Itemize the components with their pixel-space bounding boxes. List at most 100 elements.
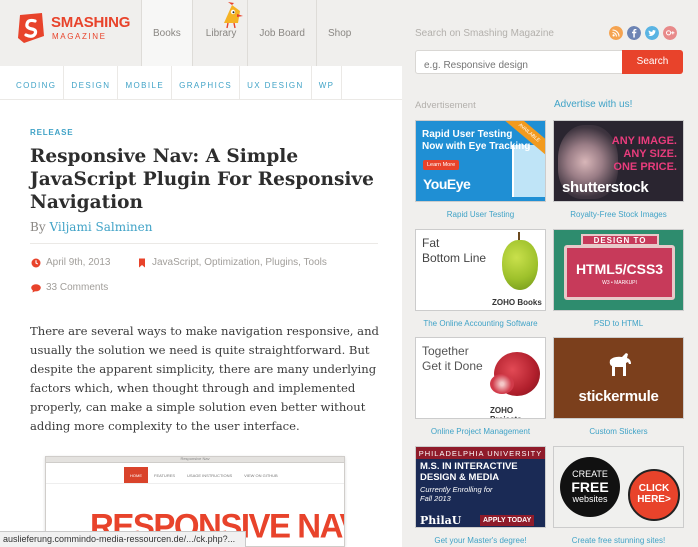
- byline-prefix: By: [30, 220, 46, 234]
- bookmark-icon: [139, 258, 145, 268]
- ad-headline: HTML5/CSS3: [575, 261, 664, 277]
- comment-icon: [31, 284, 41, 293]
- ad-line: CLICK: [638, 483, 670, 494]
- ad-click-here: CLICK HERE>: [628, 483, 680, 505]
- ad-youeye[interactable]: AVAILABLE Rapid User Testing Now with Ey…: [415, 120, 546, 202]
- ad-line: HERE>: [637, 494, 671, 505]
- pomegranate-seeds-icon: [490, 374, 514, 394]
- ad-line: ANY IMAGE.: [611, 135, 677, 147]
- search-input[interactable]: [415, 50, 623, 74]
- screenshot-window-bar: Responsive Nav: [46, 457, 344, 463]
- search-label: Search on Smashing Magazine: [415, 28, 554, 39]
- ad-line: FREE: [571, 479, 609, 495]
- category-nav: CODING DESIGN MOBILE GRAPHICS UX DESIGN …: [0, 66, 402, 100]
- author-link[interactable]: Viljami Salminen: [49, 220, 152, 234]
- ad-subline: W3 • MARKUPI: [602, 280, 637, 286]
- advertise-link[interactable]: Advertise with us!: [554, 99, 632, 110]
- category-wp[interactable]: WP: [312, 66, 343, 100]
- category-ux-design[interactable]: UX DESIGN: [240, 66, 312, 100]
- main-column: SMASHING MAGAZINE Books Library Job Boar…: [0, 0, 402, 547]
- mule-icon: [609, 353, 631, 376]
- ad-caption[interactable]: Rapid User Testing: [415, 210, 546, 219]
- ad-headline: Together Get it Done: [422, 344, 483, 374]
- logo-title: SMASHING: [51, 14, 131, 31]
- ad-shutterstock[interactable]: ANY IMAGE. ANY SIZE. ONE PRICE. shutters…: [553, 120, 684, 202]
- ad-apply-button: APPLY TODAY: [480, 515, 535, 526]
- ad-line: Get it Done: [422, 359, 483, 373]
- ad-learn-more-button: Learn More: [423, 160, 460, 170]
- ad-caption[interactable]: Create free stunning sites!: [553, 536, 684, 545]
- nav-books[interactable]: Books: [141, 0, 192, 66]
- article-title: Responsive Nav: A Simple JavaScript Plug…: [30, 146, 374, 213]
- ad-create-websites[interactable]: CREATE FREE websites CLICK HERE>: [553, 446, 684, 528]
- ad-line: ANY SIZE.: [623, 148, 677, 160]
- ad-caption[interactable]: Get your Master's degree!: [415, 536, 546, 545]
- main-nav: Books Library Job Board Shop: [141, 0, 362, 66]
- ad-brand: PhilaU: [420, 514, 462, 527]
- nav-shop[interactable]: Shop: [315, 0, 362, 66]
- article-category[interactable]: RELEASE: [30, 128, 73, 137]
- ad-brand: ZOHO Projects: [490, 406, 522, 418]
- ad-brand: ZOHO Books: [492, 298, 542, 307]
- google-plus-icon[interactable]: [663, 26, 677, 40]
- ad-line: Bottom Line: [422, 251, 487, 265]
- facebook-icon[interactable]: [627, 26, 641, 40]
- smashing-logo-icon: [18, 13, 44, 43]
- ad-line: Currently Enrolling for: [420, 485, 493, 494]
- twitter-icon[interactable]: [645, 26, 659, 40]
- mascot-bird-icon: [224, 2, 243, 29]
- category-design[interactable]: DESIGN: [64, 66, 119, 100]
- ad-line: DESIGN & MEDIA: [420, 472, 500, 483]
- ad-sign-frame: HTML5/CSS3 W3 • MARKUPI: [564, 245, 675, 300]
- ad-line: Fat: [422, 236, 440, 250]
- ad-caption[interactable]: The Online Accounting Software: [415, 319, 546, 328]
- screenshot-nav-item: VIEW ON GITHUB: [244, 473, 278, 478]
- ad-caption[interactable]: Online Project Management: [415, 427, 546, 436]
- ad-line: ONE PRICE.: [613, 161, 677, 173]
- ad-sign-top: DESIGN TO: [581, 234, 659, 246]
- ad-line: Fall 2013: [420, 494, 451, 503]
- pear-icon: [502, 240, 538, 290]
- screenshot-divider: [46, 483, 344, 484]
- ad-psd-to-html[interactable]: HTML5/CSS3 W3 • MARKUPI DESIGN TO: [553, 229, 684, 311]
- ad-caption[interactable]: Custom Stickers: [553, 427, 684, 436]
- comments-link[interactable]: 33 Comments: [46, 282, 108, 293]
- clock-icon: [31, 258, 41, 268]
- ad-headline: M.S. IN INTERACTIVE DESIGN & MEDIA: [420, 461, 518, 483]
- category-mobile[interactable]: MOBILE: [118, 66, 173, 100]
- screenshot-nav-item: HOME: [124, 467, 148, 483]
- ad-brand: shutterstock: [562, 179, 649, 196]
- screenshot-nav: HOME FEATURES USAGE INSTRUCTIONS VIEW ON…: [124, 467, 284, 483]
- article-byline: By Viljami Salminen: [30, 220, 152, 234]
- ad-headline: Fat Bottom Line: [422, 236, 486, 266]
- ad-headline: ANY IMAGE. ANY SIZE. ONE PRICE.: [612, 135, 677, 174]
- ad-brand: stickermule: [578, 388, 659, 405]
- ad-zoho-projects[interactable]: Together Get it Done ZOHO Projects: [415, 337, 546, 419]
- article-intro: There are several ways to make navigatio…: [30, 324, 379, 433]
- site-logo[interactable]: SMASHING MAGAZINE: [16, 12, 141, 46]
- rss-icon[interactable]: [609, 26, 623, 40]
- ad-caption[interactable]: Royalty-Free Stock Images: [553, 210, 684, 219]
- top-bar: SMASHING MAGAZINE Books Library Job Boar…: [0, 0, 402, 66]
- ad-university-bar: PHILADELPHIA UNIVERSITY: [416, 447, 545, 459]
- advertisement-label: Advertisement: [415, 100, 476, 111]
- ad-caption[interactable]: PSD to HTML: [553, 319, 684, 328]
- ad-headline: Rapid User Testing Now with Eye Tracking: [422, 129, 530, 153]
- ad-line: websites: [572, 494, 608, 504]
- ad-brand: YouEye: [423, 176, 471, 192]
- logo-subtitle: MAGAZINE: [52, 32, 107, 41]
- nav-job-board[interactable]: Job Board: [247, 0, 316, 66]
- ad-stickermule[interactable]: stickermule: [553, 337, 684, 419]
- category-coding[interactable]: CODING: [0, 66, 65, 100]
- screenshot-nav-item: USAGE INSTRUCTIONS: [187, 473, 233, 478]
- screenshot-nav-item: FEATURES: [154, 473, 176, 478]
- screenshot-window-title: Responsive Nav: [180, 456, 210, 461]
- divider: [30, 243, 378, 244]
- search-button[interactable]: Search: [622, 50, 683, 74]
- category-graphics[interactable]: GRAPHICS: [172, 66, 241, 100]
- ad-philau[interactable]: PHILADELPHIA UNIVERSITY M.S. IN INTERACT…: [415, 446, 546, 528]
- ad-line: M.S. IN INTERACTIVE: [420, 461, 518, 472]
- ad-zoho-books[interactable]: Fat Bottom Line ZOHO Books: [415, 229, 546, 311]
- ad-line: Now with Eye Tracking: [422, 141, 531, 152]
- article-tags[interactable]: JavaScript, Optimization, Plugins, Tools: [152, 257, 327, 268]
